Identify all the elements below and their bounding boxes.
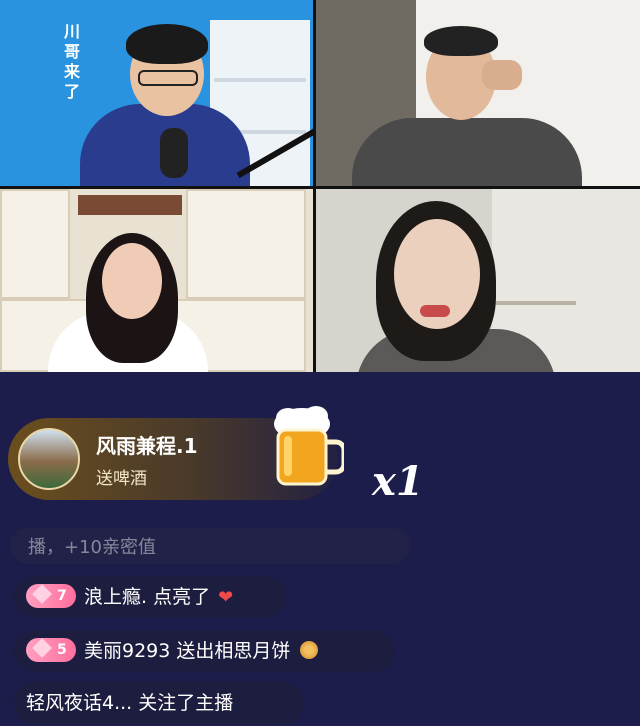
host-hair — [126, 24, 208, 64]
video-tile-guest-2[interactable] — [0, 189, 313, 372]
glasses — [138, 70, 198, 86]
chat-message-faded: 播，+10亲密值 — [10, 528, 410, 564]
chat-message-text: 美丽9293 送出相思月饼 — [84, 640, 291, 662]
video-tile-guest-3[interactable] — [316, 189, 640, 372]
video-tile-host[interactable]: 川哥来了 — [0, 0, 313, 186]
chat-message-text: 浪上瘾. 点亮了 — [84, 586, 211, 608]
heart-icon: ❤ — [218, 587, 234, 608]
fan-level-badge: 7 — [26, 583, 76, 608]
mouth — [420, 305, 450, 317]
chat-message[interactable]: 轻风夜话4... 关注了主播 — [14, 682, 304, 724]
gift-sender-name: 风雨兼程.1 — [96, 434, 198, 458]
sender-avatar[interactable] — [18, 428, 80, 490]
beer-icon — [274, 406, 344, 486]
gem-icon — [32, 637, 52, 658]
microphone — [160, 128, 188, 178]
host-name-label: 川哥来了 — [63, 22, 80, 101]
chat-message-text: 轻风夜话4... 关注了主播 — [26, 692, 234, 714]
guest-1-hand — [482, 60, 522, 90]
chat-message-text: 播，+10亲密值 — [28, 537, 156, 558]
fan-level-badge: 5 — [26, 637, 76, 662]
books — [78, 195, 182, 215]
chat-message[interactable]: 5 美丽9293 送出相思月饼 — [14, 630, 394, 672]
video-tile-guest-1[interactable] — [316, 0, 640, 186]
cabinet — [0, 189, 70, 299]
gift-count: x1 — [372, 458, 424, 505]
shelf-board — [496, 301, 576, 305]
guest-1-body — [352, 118, 582, 186]
chat-message[interactable]: 7 浪上瘾. 点亮了 ❤ — [14, 576, 286, 618]
gem-icon — [32, 583, 52, 604]
shelf-board — [214, 78, 306, 82]
gift-action-text: 送啤酒 — [96, 469, 147, 489]
guest-2-head — [102, 243, 162, 319]
guest-1-hair — [424, 26, 498, 56]
mooncake-icon — [300, 640, 319, 659]
cabinet — [186, 189, 306, 299]
video-grid: 川哥来了 — [0, 0, 640, 372]
